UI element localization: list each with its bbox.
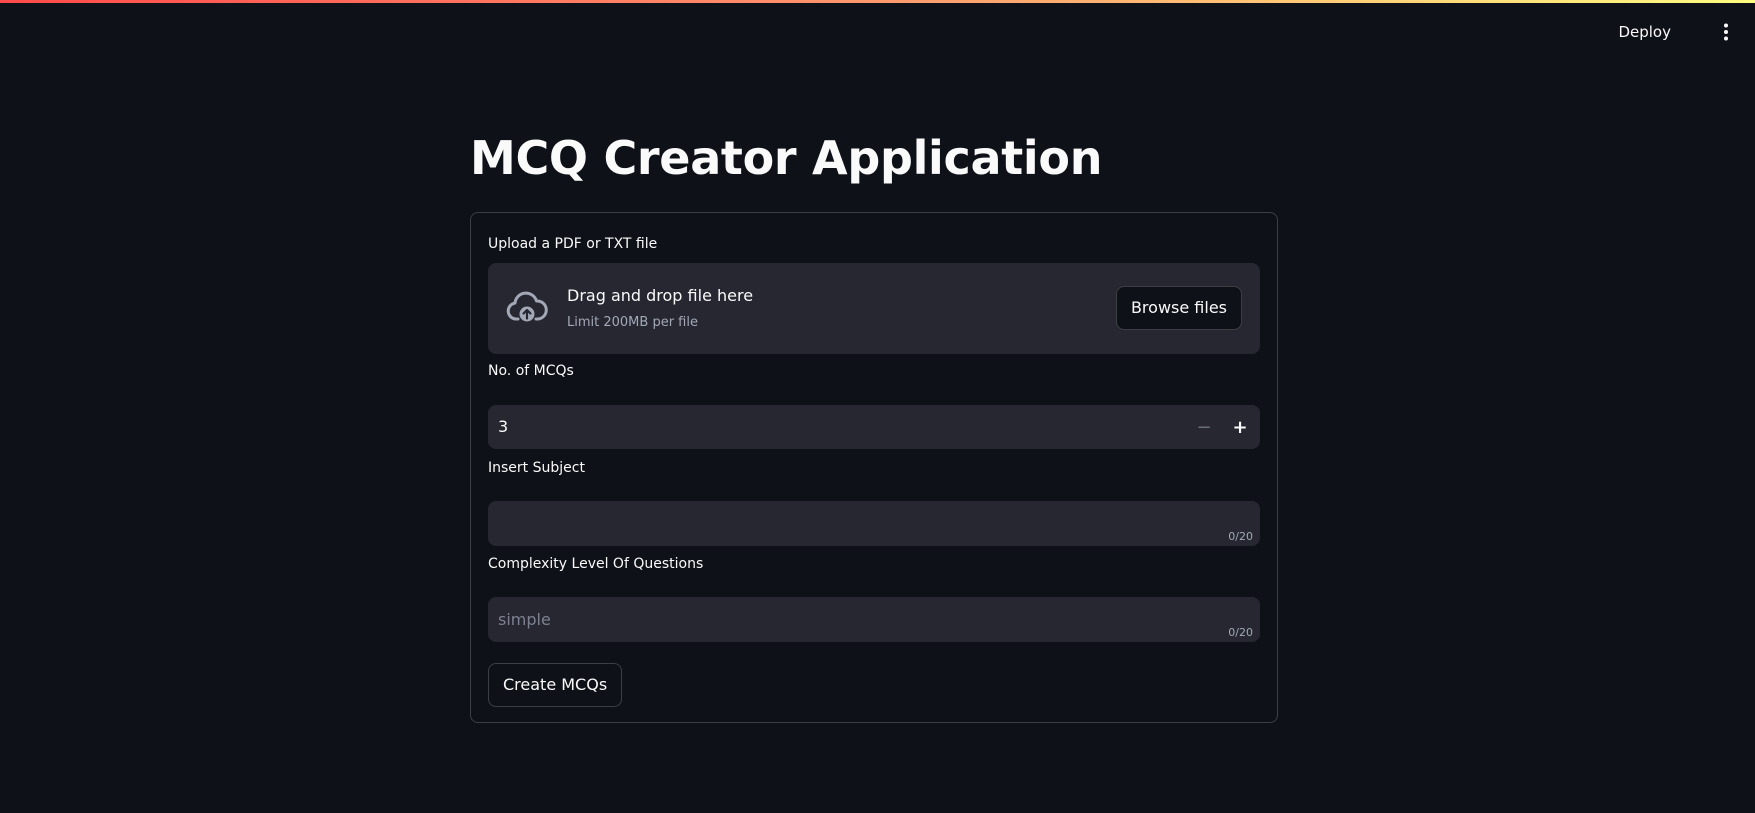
mcq-form: Upload a PDF or TXT file Drag and drop f… (470, 212, 1278, 723)
dropzone-title: Drag and drop file here (567, 286, 754, 305)
complexity-input[interactable] (488, 597, 1260, 642)
mcq-count-value[interactable]: 3 (498, 417, 508, 436)
app-header: Deploy (0, 3, 1755, 55)
dropzone-limit-text: Limit 200MB per file (567, 315, 698, 330)
mcq-count-input[interactable]: 3 − + (488, 405, 1260, 449)
complexity-label: Complexity Level Of Questions (488, 556, 704, 572)
subject-input[interactable] (488, 501, 1260, 546)
deploy-button[interactable]: Deploy (1614, 17, 1675, 47)
more-vertical-icon (1724, 23, 1728, 41)
subject-label: Insert Subject (488, 460, 585, 476)
file-dropzone[interactable]: Drag and drop file here Limit 200MB per … (488, 263, 1260, 354)
complexity-char-counter: 0/20 (1228, 626, 1253, 639)
browse-files-button[interactable]: Browse files (1115, 286, 1242, 330)
main-content: MCQ Creator Application Upload a PDF or … (470, 130, 1278, 723)
mcq-count-label: No. of MCQs (488, 363, 574, 379)
page-title: MCQ Creator Application (470, 131, 1103, 185)
subject-char-counter: 0/20 (1228, 530, 1253, 543)
create-mcqs-button[interactable]: Create MCQs (488, 663, 623, 707)
subject-input-container: 0/20 (488, 501, 1260, 546)
decrement-button[interactable]: − (1186, 405, 1222, 449)
main-menu-button[interactable] (1709, 15, 1743, 49)
increment-button[interactable]: + (1222, 405, 1258, 449)
cloud-upload-icon (506, 291, 548, 322)
upload-label: Upload a PDF or TXT file (488, 236, 658, 252)
complexity-input-container: 0/20 (488, 597, 1260, 642)
